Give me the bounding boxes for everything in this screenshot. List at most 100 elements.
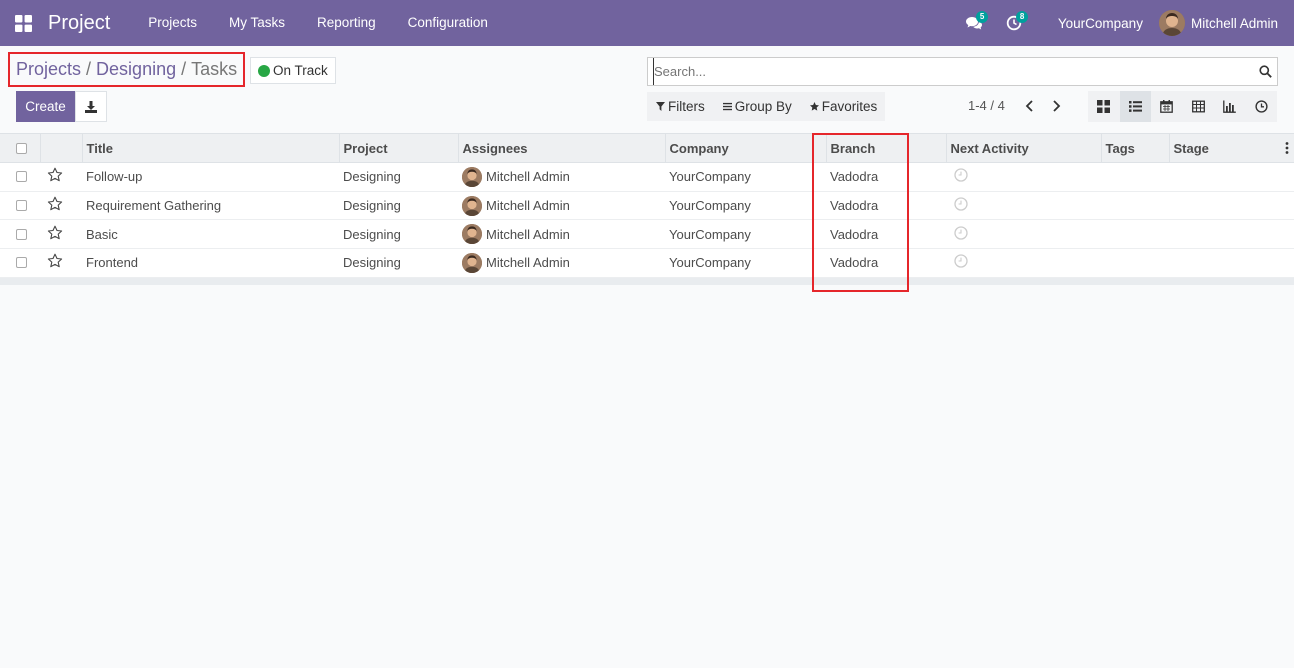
- view-switcher: [1088, 91, 1277, 122]
- user-menu[interactable]: Mitchell Admin: [1158, 10, 1294, 36]
- group-by-button[interactable]: Group By: [722, 99, 792, 114]
- menu-my-tasks[interactable]: My Tasks: [213, 0, 301, 46]
- favorite-toggle[interactable]: [40, 248, 82, 278]
- avatar[interactable]: [462, 224, 482, 245]
- row-select-cell[interactable]: [0, 162, 40, 192]
- cell-company: YourCompany: [665, 162, 826, 192]
- graph-view-button[interactable]: [1214, 91, 1246, 122]
- pivot-view-button[interactable]: [1183, 91, 1215, 122]
- column-stage[interactable]: Stage: [1168, 133, 1294, 163]
- cell-title[interactable]: Follow-up: [82, 162, 339, 192]
- cell-project: Designing: [339, 191, 458, 221]
- column-next-activity[interactable]: Next Activity: [945, 133, 1101, 163]
- status-dot-icon: [258, 64, 270, 77]
- row-checkbox[interactable]: [16, 200, 27, 212]
- cell-company: YourCompany: [665, 191, 826, 221]
- menu-projects[interactable]: Projects: [132, 0, 213, 46]
- table-row[interactable]: Basic Designing Mitchell Admin YourCompa…: [0, 219, 1294, 250]
- select-all-cell[interactable]: [0, 133, 40, 163]
- assignee-name: Mitchell Admin: [486, 226, 570, 242]
- cell-title[interactable]: Basic: [82, 219, 339, 250]
- kanban-view-button[interactable]: [1088, 91, 1120, 122]
- filters-button[interactable]: Filters: [656, 99, 705, 114]
- chevron-left-icon: [1025, 100, 1033, 112]
- cell-tags: [1101, 191, 1169, 221]
- app-name[interactable]: Project: [48, 12, 110, 35]
- breadcrumb-designing[interactable]: Designing: [96, 59, 176, 80]
- cell-stage: [1169, 191, 1294, 221]
- column-stage-label: Stage: [1173, 140, 1209, 156]
- cell-stage: [1169, 219, 1294, 250]
- avatar[interactable]: [462, 166, 482, 187]
- status-label: On Track: [273, 63, 328, 78]
- activity-clock-icon[interactable]: [954, 197, 968, 211]
- table-row[interactable]: Requirement Gathering Designing Mitchell…: [0, 191, 1294, 221]
- activity-clock-icon[interactable]: [954, 168, 968, 182]
- select-all-checkbox[interactable]: [16, 142, 27, 154]
- top-navbar: Project Projects My Tasks Reporting Conf…: [0, 0, 1294, 46]
- row-checkbox[interactable]: [16, 228, 27, 240]
- row-checkbox[interactable]: [16, 257, 27, 269]
- activities-button[interactable]: 8: [994, 0, 1034, 46]
- table-row[interactable]: Follow-up Designing Mitchell Admin YourC…: [0, 162, 1294, 192]
- cell-stage: [1169, 248, 1294, 278]
- star-icon[interactable]: [47, 167, 63, 183]
- group-by-label: Group By: [734, 99, 792, 114]
- pager-previous-button[interactable]: [1019, 95, 1039, 117]
- company-switcher[interactable]: YourCompany: [1034, 16, 1159, 31]
- optional-columns-icon[interactable]: [1285, 142, 1289, 157]
- column-project[interactable]: Project: [338, 133, 458, 163]
- star-icon[interactable]: [47, 253, 63, 269]
- cell-branch: Vadodra: [826, 219, 946, 250]
- create-button[interactable]: Create: [16, 91, 75, 122]
- column-assignees[interactable]: Assignees: [457, 133, 665, 163]
- avatar[interactable]: [462, 252, 482, 273]
- calendar-view-button[interactable]: [1151, 91, 1183, 122]
- favorite-toggle[interactable]: [40, 191, 82, 221]
- messages-button[interactable]: 5: [954, 0, 994, 46]
- export-button[interactable]: [75, 91, 107, 122]
- cell-title[interactable]: Frontend: [82, 248, 339, 278]
- cell-next-activity[interactable]: [946, 162, 1101, 192]
- favorite-toggle[interactable]: [40, 219, 82, 250]
- pager-value[interactable]: 1-4 / 4: [968, 98, 1005, 113]
- star-icon[interactable]: [47, 225, 63, 241]
- column-title[interactable]: Title: [81, 133, 339, 163]
- apps-menu-icon[interactable]: [0, 0, 46, 46]
- row-select-cell[interactable]: [0, 248, 40, 278]
- activity-clock-icon[interactable]: [954, 226, 968, 240]
- cell-branch: Vadodra: [826, 162, 946, 192]
- menu-reporting[interactable]: Reporting: [301, 0, 392, 46]
- column-tags[interactable]: Tags: [1100, 133, 1169, 163]
- list-view-icon: [1128, 101, 1142, 112]
- avatar: [1158, 10, 1185, 36]
- star-icon[interactable]: [47, 196, 63, 212]
- row-select-cell[interactable]: [0, 219, 40, 250]
- cell-next-activity[interactable]: [946, 248, 1101, 278]
- avatar[interactable]: [462, 195, 482, 216]
- search-icon[interactable]: [1253, 65, 1277, 78]
- menu-configuration[interactable]: Configuration: [392, 0, 504, 46]
- project-status-button[interactable]: On Track: [250, 57, 336, 84]
- cell-project: Designing: [339, 219, 458, 250]
- cell-next-activity[interactable]: [946, 219, 1101, 250]
- favorite-toggle[interactable]: [40, 162, 82, 192]
- filters-label: Filters: [668, 99, 705, 114]
- star-icon: [809, 102, 819, 111]
- column-company[interactable]: Company: [664, 133, 826, 163]
- activity-view-button[interactable]: [1246, 91, 1278, 122]
- cell-next-activity[interactable]: [946, 191, 1101, 221]
- search-input[interactable]: [653, 58, 1253, 85]
- column-branch[interactable]: Branch: [825, 133, 946, 163]
- row-checkbox[interactable]: [16, 171, 27, 183]
- list-view-button[interactable]: [1119, 91, 1151, 122]
- favorites-button[interactable]: Favorites: [809, 99, 877, 114]
- row-select-cell[interactable]: [0, 191, 40, 221]
- breadcrumb-current: Tasks: [191, 59, 238, 79]
- breadcrumb-projects[interactable]: Projects: [16, 59, 81, 80]
- cell-title[interactable]: Requirement Gathering: [82, 191, 339, 221]
- task-table: Title Project Assignees Company Branch N…: [0, 133, 1294, 278]
- pager-next-button[interactable]: [1046, 95, 1066, 117]
- table-row[interactable]: Frontend Designing Mitchell Admin YourCo…: [0, 248, 1294, 278]
- activity-clock-icon[interactable]: [954, 254, 968, 269]
